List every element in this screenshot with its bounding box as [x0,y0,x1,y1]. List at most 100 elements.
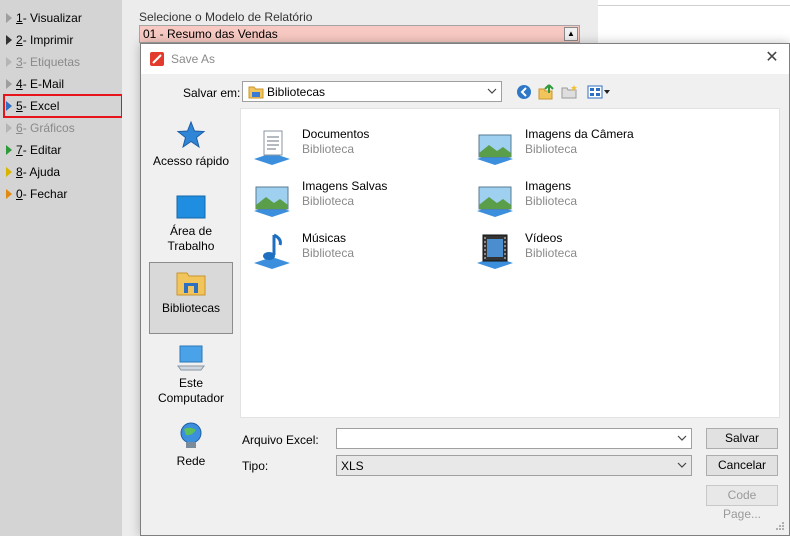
menu-item-key: 5 [16,99,23,113]
save-in-combo[interactable]: Bibliotecas [242,81,502,102]
dialog-titlebar[interactable]: Save As ✕ [141,44,789,74]
save-in-label: Salvar em: [183,86,241,100]
menu-item-label: - Visualizar [22,11,82,25]
list-item-imagens-salvas[interactable]: Imagens Salvas Biblioteca [244,177,464,217]
play-arrow-icon [6,189,12,199]
menu-item-key: 1 [16,11,23,25]
menu-item-label: - Etiquetas [22,55,81,69]
filename-combo[interactable] [336,428,692,449]
new-folder-button[interactable] [561,83,579,101]
place-desktop[interactable]: Área de Trabalho [149,194,233,256]
file-type-label: Tipo: [242,459,269,473]
menu-item-key: 2 [16,33,23,47]
menu-item-graficos: 6 - Gráficos [6,119,120,137]
menu-item-key: 8 [16,165,23,179]
report-model-select[interactable]: 01 - Resumo das Vendas ▲ [139,25,580,43]
menu-item-imprimir[interactable]: 2 - Imprimir [6,31,120,49]
star-icon [176,120,206,149]
menu-item-label: - Excel [22,99,60,113]
camera-roll-library-icon [477,134,513,165]
menu-item-key: 7 [16,143,23,157]
place-quick-access[interactable]: Acesso rápido [149,120,233,172]
list-item-imagens-da-camera[interactable]: Imagens da Câmera Biblioteca [467,125,687,165]
save-button[interactable]: Salvar [706,428,778,449]
chevron-up-icon[interactable]: ▲ [564,27,578,41]
menu-item-label: - E-Mail [22,77,65,91]
file-type: Biblioteca [525,142,578,156]
chevron-down-icon[interactable] [677,433,687,443]
list-item-videos[interactable]: Vídeos Biblioteca [467,229,687,269]
menu-item-key: 0 [16,187,23,201]
file-type-value: XLS [341,459,364,473]
save-as-dialog: Save As ✕ Salvar em: Bibliotecas Acesso … [140,43,790,536]
view-menu-button[interactable] [586,83,612,101]
top-strip [598,0,790,6]
file-type: Biblioteca [302,142,355,156]
file-type: Biblioteca [525,246,578,260]
file-type: Biblioteca [525,194,578,208]
libraries-icon [176,272,206,296]
play-arrow-icon [6,35,12,45]
network-icon [180,422,202,448]
place-label: Acesso rápido [152,154,230,168]
place-this-pc[interactable]: Este Computador [149,344,233,406]
dialog-title: Save As [171,52,216,66]
menu-item-key: 3 [16,55,23,69]
file-name: Imagens [525,179,572,193]
file-type: Biblioteca [302,194,355,208]
app-logo-icon [150,52,164,66]
place-label: Rede [176,454,206,468]
filename-label: Arquivo Excel: [242,433,319,447]
menu-item-visualizar[interactable]: 1 - Visualizar [6,9,120,27]
list-item-musicas[interactable]: Músicas Biblioteca [244,229,464,269]
report-model-value: 01 - Resumo das Vendas [143,27,278,41]
music-library-icon [254,233,290,269]
play-arrow-icon [6,13,12,23]
menu-item-excel[interactable]: 5 - Excel [3,94,123,118]
place-libraries[interactable]: Bibliotecas [149,262,233,334]
cancel-button[interactable]: Cancelar [706,455,778,476]
report-model-label: Selecione o Modelo de Relatório [139,10,313,24]
list-item-documentos[interactable]: Documentos Biblioteca [244,125,464,165]
file-name: Vídeos [525,231,563,245]
file-list: Documentos Biblioteca Imagens da Câmera … [240,108,780,418]
menu-item-ajuda[interactable]: 8 - Ajuda [6,163,120,181]
file-name: Imagens da Câmera [525,127,634,141]
resize-grip-icon[interactable] [775,521,785,531]
menu-item-label: - Imprimir [22,33,74,47]
place-network[interactable]: Rede [149,420,233,472]
play-arrow-icon [6,167,12,177]
code-page-button: Code Page... [706,485,778,521]
menu-item-label: - Fechar [22,187,68,201]
place-label: Este Computador [157,376,225,405]
libraries-folder-icon [248,86,264,99]
place-label: Bibliotecas [161,301,221,315]
filename-input[interactable] [339,430,669,447]
places-bar: Acesso rápido Área de Trabalho Bibliotec… [146,104,236,490]
menu-item-label: - Editar [22,143,62,157]
up-folder-icon [538,84,554,100]
saved-pictures-library-icon [254,186,290,217]
file-type-combo[interactable]: XLS [336,455,692,476]
view-grid-icon [587,85,610,99]
new-folder-icon [561,85,577,99]
menu-item-editar[interactable]: 7 - Editar [6,141,120,159]
play-arrow-icon [6,79,12,89]
up-folder-button[interactable] [537,83,555,101]
computer-icon [177,345,205,371]
play-arrow-icon [6,57,12,67]
close-icon[interactable]: ✕ [763,49,781,67]
back-button[interactable] [515,83,533,101]
menu-item-etiquetas: 3 - Etiquetas [6,53,120,71]
menu-item-label: - Ajuda [22,165,61,179]
videos-library-icon [477,234,513,269]
list-item-imagens[interactable]: Imagens Biblioteca [467,177,687,217]
chevron-down-icon [487,88,497,94]
play-arrow-icon [6,145,12,155]
pictures-library-icon [477,186,513,217]
menu-item-fechar[interactable]: 0 - Fechar [6,185,120,203]
app-menu-panel: 1 - Visualizar 2 - Imprimir 3 - Etiqueta… [0,0,123,536]
save-in-value: Bibliotecas [267,85,326,99]
menu-item-email[interactable]: 4 - E-Mail [6,75,120,93]
documents-library-icon [254,130,290,165]
